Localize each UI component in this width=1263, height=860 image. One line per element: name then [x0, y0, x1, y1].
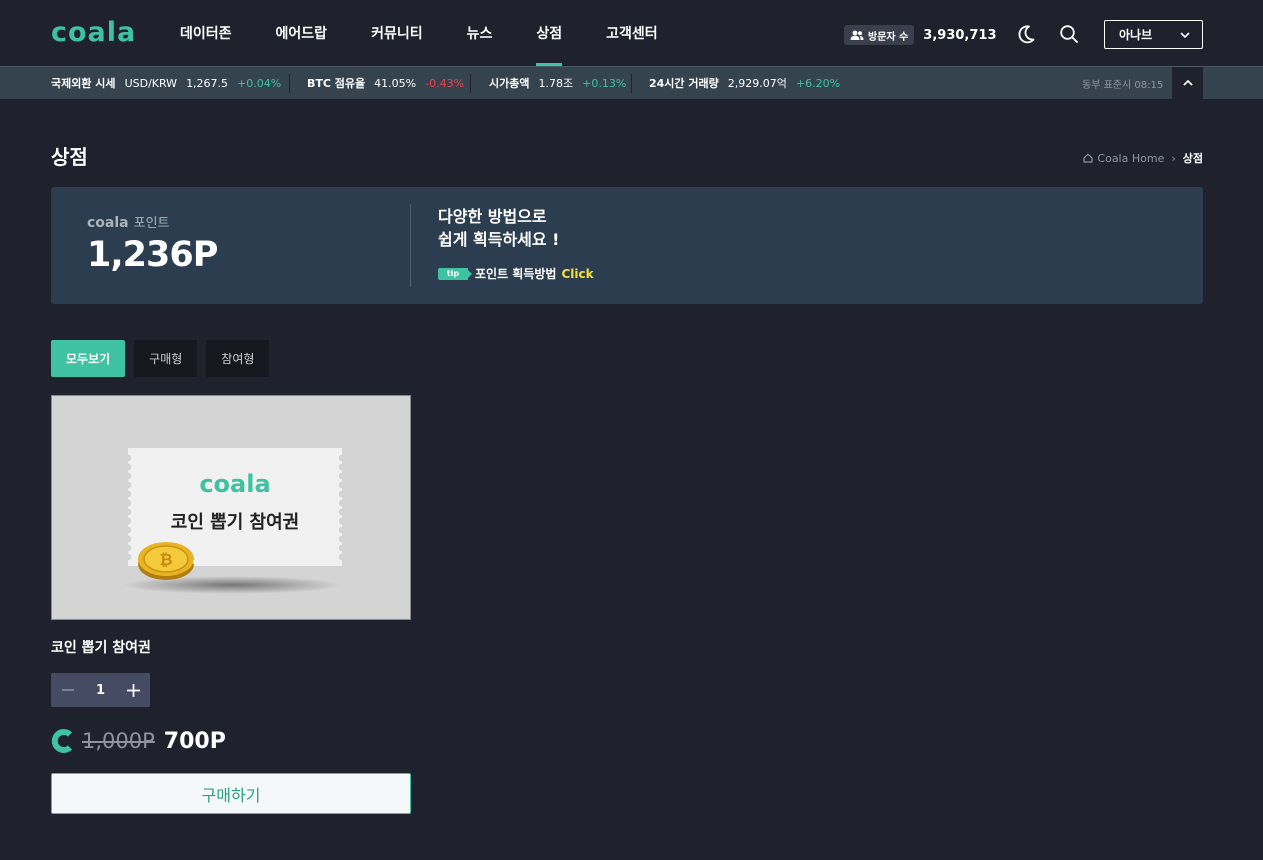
users-icon [850, 30, 864, 40]
breadcrumb: Coala Home › 상점 [1083, 150, 1203, 166]
coala-logo[interactable]: coala [51, 17, 136, 48]
breadcrumb-home-label: Coala Home [1097, 151, 1165, 165]
ticker-btc-change: -0.43% [425, 76, 465, 90]
points-brand: coala [87, 215, 129, 231]
tip-text: 포인트 획득방법 [475, 267, 557, 281]
promo-line-2: 쉽게 획득하세요 ! [438, 230, 560, 249]
points-divider [410, 204, 411, 287]
svg-text:₿: ₿ [159, 550, 172, 569]
sale-price: 700P [163, 728, 226, 754]
minus-icon [61, 689, 74, 691]
search-button[interactable] [1059, 24, 1079, 44]
page-title: 상점 [51, 145, 88, 169]
ticker-divider [470, 74, 471, 93]
ticker-forex-value: 1,267.5 [186, 76, 229, 90]
ticker-btc: BTC 점유율 41.05% -0.43% [307, 67, 464, 99]
nav-item-datazone[interactable]: 데이터존 [158, 0, 254, 66]
visitor-count: 3,930,713 [923, 27, 997, 43]
top-header: coala 데이터존 에어드랍 커뮤니티 뉴스 상점 고객센터 방문자 수 3,… [0, 0, 1263, 66]
search-icon [1060, 25, 1078, 43]
shop-filter-tabs: 모두보기 구매형 참여형 [51, 340, 278, 377]
promo-line-1: 다양한 방법으로 [438, 207, 547, 226]
user-menu-select[interactable]: 아나브 [1104, 20, 1203, 49]
ticker-volume-label: 24시간 거래량 [649, 77, 719, 90]
home-icon [1083, 153, 1094, 163]
quantity-input[interactable] [84, 682, 117, 698]
coala-coin-icon [51, 729, 73, 753]
breadcrumb-current: 상점 [1182, 152, 1203, 165]
ticker-market-cap-value: 1.78조 [538, 77, 574, 90]
tip-click-link[interactable]: Click [561, 267, 593, 281]
original-price: 1,000P [82, 729, 155, 753]
ticker-forex-label: 국제외환 시세 [51, 77, 116, 90]
nav-item-shop[interactable]: 상점 [514, 0, 584, 66]
chevron-right-icon: › [1171, 151, 1176, 165]
points-balance: 1,236P [87, 235, 218, 275]
visitor-badge: 방문자 수 [844, 25, 915, 45]
tab-all[interactable]: 모두보기 [51, 340, 126, 377]
increase-button[interactable] [117, 673, 150, 707]
ticker-market-cap-label: 시가총액 [489, 77, 530, 90]
points-promo: 다양한 방법으로 쉽게 획득하세요 ! [438, 205, 559, 251]
moon-icon [1018, 25, 1035, 44]
ticket-title: 코인 뽑기 참여권 [170, 512, 300, 533]
nav-item-news[interactable]: 뉴스 [445, 0, 515, 66]
main-nav: 데이터존 에어드랍 커뮤니티 뉴스 상점 고객센터 [158, 0, 680, 66]
ticker-time: 동부 표준시 08:15 [1082, 79, 1164, 91]
quantity-stepper [51, 673, 150, 707]
plus-icon [127, 683, 140, 697]
ticker-divider [631, 74, 632, 93]
ticker-forex: 국제외환 시세 USD/KRW 1,267.5 +0.04% [51, 67, 281, 99]
ticker-btc-label: BTC 점유율 [307, 77, 366, 90]
nav-item-community[interactable]: 커뮤니티 [349, 0, 445, 66]
product-name: 코인 뽑기 참여권 [51, 640, 151, 656]
points-tip: tip 포인트 획득방법 Click [438, 265, 594, 282]
points-banner: coala 포인트 1,236P 다양한 방법으로 쉽게 획득하세요 ! tip… [51, 187, 1203, 304]
ticker-btc-value: 41.05% [374, 76, 417, 90]
price-row: 1,000P 700P [51, 726, 226, 756]
visitor-counter: 방문자 수 3,930,713 [844, 25, 997, 45]
ticker-volume: 24시간 거래량 2,929.07억 +6.20% [649, 67, 840, 99]
visitor-label: 방문자 수 [868, 31, 909, 43]
chevron-up-icon [1182, 80, 1193, 86]
breadcrumb-home[interactable]: Coala Home [1083, 152, 1164, 165]
ticket-brand: coala [199, 470, 271, 498]
dark-mode-toggle[interactable] [1017, 24, 1037, 44]
ticker-forex-change: +0.04% [237, 76, 282, 90]
nav-item-airdrop[interactable]: 에어드랍 [254, 0, 350, 66]
ticker-collapse-button[interactable] [1172, 67, 1203, 99]
buy-button[interactable]: 구매하기 [51, 773, 411, 814]
ticker-volume-value: 2,929.07억 [727, 77, 787, 90]
ticker-market-cap: 시가총액 1.78조 +0.13% [489, 67, 626, 99]
product-image[interactable]: coala 코인 뽑기 참여권 ₿ [51, 395, 411, 620]
tab-participation[interactable]: 참여형 [206, 340, 270, 377]
points-label: coala 포인트 [87, 212, 170, 231]
tip-badge: tip [438, 267, 472, 280]
tab-purchase[interactable]: 구매형 [134, 340, 198, 377]
user-name: 아나브 [1119, 28, 1153, 42]
decrease-button[interactable] [51, 673, 84, 707]
chevron-down-icon [1180, 31, 1190, 38]
nav-item-support[interactable]: 고객센터 [584, 0, 680, 66]
market-ticker: 국제외환 시세 USD/KRW 1,267.5 +0.04% BTC 점유율 4… [0, 66, 1263, 99]
points-label-text: 포인트 [133, 216, 170, 231]
ticker-divider [289, 74, 290, 93]
ticker-volume-change: +6.20% [795, 76, 841, 90]
bitcoin-coin-icon: ₿ [138, 542, 196, 580]
ticker-market-cap-change: +0.13% [582, 76, 627, 90]
ticker-forex-key: USD/KRW [124, 76, 178, 90]
